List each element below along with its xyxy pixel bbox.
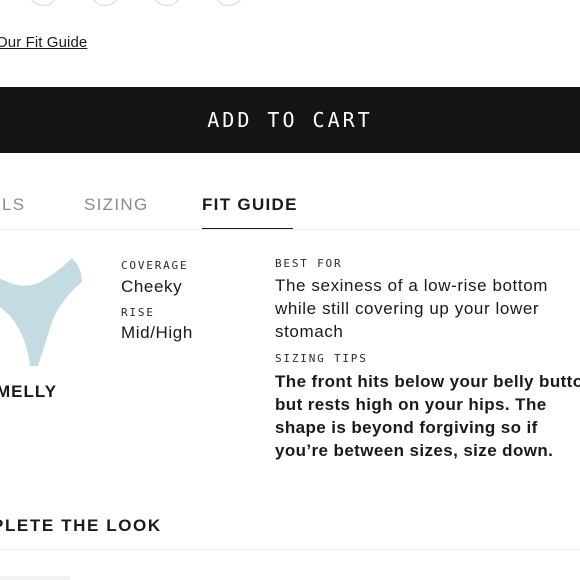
color-swatch[interactable]	[152, 0, 182, 6]
fit-guide-link[interactable]: Our Fit Guide	[0, 34, 87, 51]
divider	[0, 229, 580, 230]
divider	[0, 549, 580, 550]
tab-details[interactable]: ILS	[0, 195, 25, 215]
best-for-text: The sexiness of a low-rise bottom while …	[275, 276, 549, 341]
color-swatch[interactable]	[28, 0, 58, 6]
tab-sizing[interactable]: SIZING	[84, 195, 148, 215]
tab-fit-guide[interactable]: FIT GUIDE	[202, 195, 298, 215]
coverage-value: Cheeky	[121, 277, 183, 296]
style-name: MELLY	[0, 382, 58, 401]
coverage-label: COVERAGE	[121, 259, 189, 272]
rise-value: Mid/High	[121, 323, 193, 342]
color-swatch[interactable]	[90, 0, 120, 6]
color-swatch[interactable]	[214, 0, 244, 6]
sizing-tips-text: The front hits below your belly button b…	[275, 372, 580, 460]
best-for-label: BEST FOR	[275, 257, 343, 270]
rise-label: RISE	[121, 306, 155, 319]
bikini-bottom-illustration	[0, 258, 82, 366]
sizing-tips-label: SIZING TIPS	[275, 352, 368, 365]
add-to-cart-button[interactable]: ADD TO CART	[0, 87, 580, 153]
product-card-edge	[0, 576, 70, 580]
product-tabs: ILS SIZING FIT GUIDE	[0, 187, 580, 230]
complete-the-look-heading: PLETE THE LOOK	[0, 516, 162, 535]
